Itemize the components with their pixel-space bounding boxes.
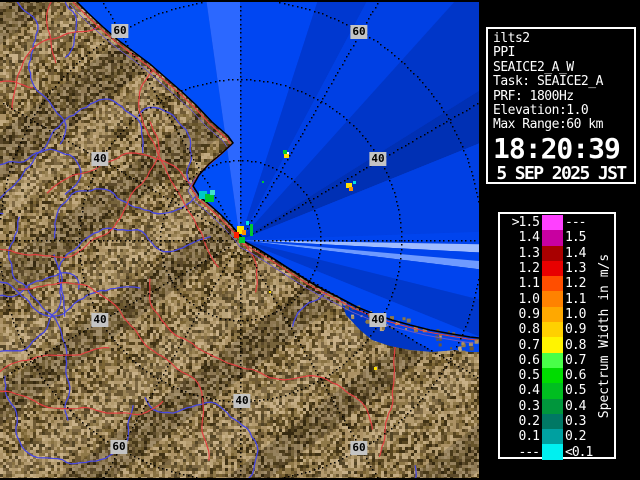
legend-color-swatch [542, 276, 563, 291]
legend-color-swatch [542, 307, 563, 322]
range-ring-label: 60 [111, 24, 128, 38]
legend-row: --- <0.1 [502, 444, 607, 459]
legend-color-swatch [542, 337, 563, 352]
legend-row: 1.11.2 [502, 276, 607, 291]
info-line: PRF: 1800Hz [493, 90, 629, 104]
radar-display-screen: 60 60 40 40 40 40 40 60 60 ilts2PPISEAICE2_A_WTa… [0, 0, 640, 480]
legend-left-label: >1.5 [502, 215, 539, 230]
radar-echo [242, 230, 246, 235]
legend-left-label: 0.5 [502, 368, 539, 383]
legend-row: 1.21.3 [502, 261, 607, 276]
radar-info-lines: ilts2PPISEAICE2_A_WTask: SEAICE2_APRF: 1… [493, 32, 629, 133]
radar-echo [374, 367, 377, 370]
legend-right-label: <0.1 [563, 445, 607, 460]
info-line: Max Range:60 km [493, 118, 629, 132]
legend-left-label: 0.3 [502, 399, 539, 414]
legend-left-label: --- [502, 445, 539, 460]
radar-echo [269, 291, 271, 293]
legend-color-swatch [542, 383, 563, 398]
radar-echo [349, 187, 353, 191]
legend-color-swatch [542, 215, 563, 230]
legend-row: 0.91.0 [502, 307, 607, 322]
range-ring-label: 60 [350, 441, 367, 455]
radar-echo [262, 181, 264, 183]
radar-echo [205, 194, 214, 202]
legend-color-swatch [542, 261, 563, 276]
legend-row: 0.30.4 [502, 399, 607, 414]
info-line: Elevation:1.0 [493, 104, 629, 118]
radar-echo [250, 224, 253, 236]
legend-left-label: 0.1 [502, 429, 539, 444]
legend-left-label: 0.8 [502, 322, 539, 337]
legend-color-swatch [542, 429, 563, 444]
legend-row: 0.70.8 [502, 337, 607, 352]
range-ring-label: 40 [91, 313, 108, 327]
legend-left-label: 0.2 [502, 414, 539, 429]
radar-echo [287, 152, 289, 154]
legend-row: 0.40.5 [502, 383, 607, 398]
legend-color-scale: >1.5---1.41.51.31.41.21.31.11.21.01.10.9… [502, 215, 607, 460]
info-line: PPI [493, 46, 629, 60]
legend-row: 1.4 1.5 [502, 230, 607, 245]
info-line: ilts2 [493, 32, 629, 46]
legend-title: Spectrum Width in m/s [597, 253, 612, 417]
legend-left-label: 0.6 [502, 353, 539, 368]
legend-left-label: 1.0 [502, 292, 539, 307]
legend-color-swatch [542, 414, 563, 429]
range-ring-label: 60 [350, 25, 367, 39]
legend-color-swatch [542, 368, 563, 383]
legend-left-label: 1.1 [502, 276, 539, 291]
range-ring-label: 40 [369, 152, 386, 166]
legend-color-swatch [542, 444, 563, 459]
clock-time: 18:20:39 [493, 134, 629, 164]
legend-color-swatch [542, 230, 563, 245]
legend-row: 0.60.7 [502, 353, 607, 368]
legend-left-label: 0.7 [502, 338, 539, 353]
legend-color-swatch [542, 353, 563, 368]
legend-row: 1.01.1 [502, 291, 607, 306]
radar-info-panel: ilts2PPISEAICE2_A_WTask: SEAICE2_APRF: 1… [486, 27, 636, 184]
legend-left-label: 0.9 [502, 307, 539, 322]
legend-row: 0.50.6 [502, 368, 607, 383]
range-ring-label: 40 [369, 313, 386, 327]
radar-echo [239, 237, 245, 243]
range-ring-label: 40 [233, 394, 250, 408]
legend-color-swatch [542, 246, 563, 261]
legend-color-swatch [542, 399, 563, 414]
legend-right-label: 0.2 [563, 429, 607, 444]
range-ring-label: 40 [91, 152, 108, 166]
radar-echo [246, 221, 249, 225]
radar-echo [210, 190, 215, 195]
legend-row: 1.31.4 [502, 246, 607, 261]
spectrum-width-legend: >1.5---1.41.51.31.41.21.31.11.21.01.10.9… [498, 212, 616, 459]
legend-row: 0.20.3 [502, 414, 607, 429]
clock-date: 5 SEP 2025 JST [493, 164, 629, 184]
radar-echo [284, 154, 289, 158]
legend-left-label: 1.2 [502, 261, 539, 276]
legend-left-label: 0.4 [502, 383, 539, 398]
legend-left-label: 1.4 [502, 230, 539, 245]
legend-color-swatch [542, 322, 563, 337]
legend-row: >1.5 --- [502, 215, 607, 230]
legend-right-label: 1.5 [563, 230, 607, 245]
legend-row: 0.80.9 [502, 322, 607, 337]
legend-color-swatch [542, 291, 563, 306]
info-line: SEAICE2_A_W [493, 61, 629, 75]
legend-right-label: --- [563, 215, 607, 230]
legend-left-label: 1.3 [502, 246, 539, 261]
info-line: Task: SEAICE2_A [493, 75, 629, 89]
legend-row: 0.1 0.2 [502, 429, 607, 444]
radar-echo [353, 181, 356, 184]
range-ring-label: 60 [110, 440, 127, 454]
